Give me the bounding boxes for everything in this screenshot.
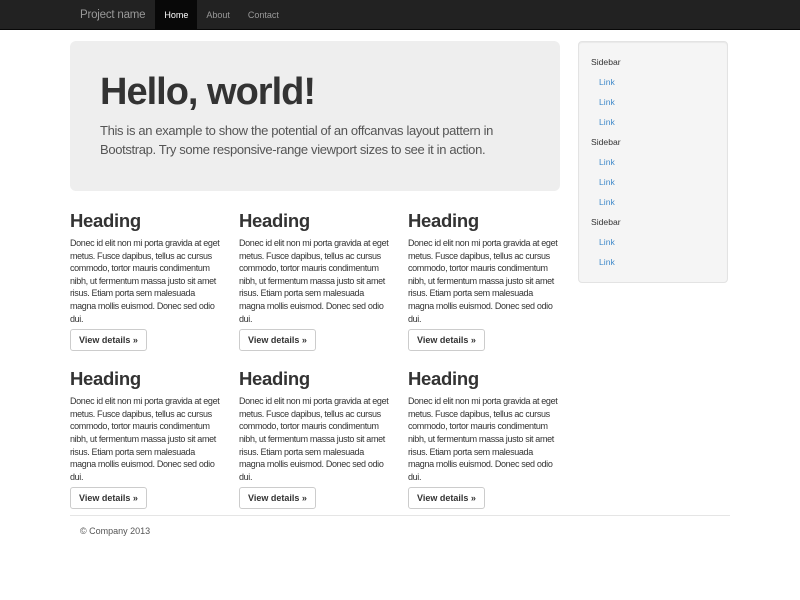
navbar: Project name Home About Contact — [0, 0, 800, 30]
sidebar-link[interactable]: Link — [579, 232, 727, 252]
sidebar-link[interactable]: Link — [579, 112, 727, 132]
sidebar-link[interactable]: Link — [579, 92, 727, 112]
cards-grid: Heading Donec id elit non mi porta gravi… — [70, 211, 560, 509]
card-body-text: Donec id elit non mi porta gravida at eg… — [408, 395, 560, 483]
card-3: Heading Donec id elit non mi porta gravi… — [408, 211, 560, 351]
navbar-menu: Home About Contact — [155, 0, 288, 30]
card-body-text: Donec id elit non mi porta gravida at eg… — [408, 237, 560, 325]
card-6: Heading Donec id elit non mi porta gravi… — [408, 369, 560, 509]
main-content: Hello, world! This is an example to show… — [70, 41, 560, 509]
sidebar-link[interactable]: Link — [579, 252, 727, 272]
jumbotron: Hello, world! This is an example to show… — [70, 41, 560, 191]
copyright-text: © Company 2013 — [70, 526, 730, 536]
footer-divider — [70, 515, 730, 516]
card-heading: Heading — [70, 211, 222, 231]
nav-link-contact[interactable]: Contact — [239, 0, 288, 30]
view-details-button[interactable]: View details » — [70, 329, 147, 351]
card-heading: Heading — [239, 369, 391, 389]
card-5: Heading Donec id elit non mi porta gravi… — [239, 369, 391, 509]
card-heading: Heading — [70, 369, 222, 389]
card-4: Heading Donec id elit non mi porta gravi… — [70, 369, 222, 509]
card-heading: Heading — [408, 211, 560, 231]
sidebar-link[interactable]: Link — [579, 152, 727, 172]
footer: © Company 2013 — [70, 515, 730, 536]
view-details-button[interactable]: View details » — [239, 329, 316, 351]
sidebar-section-header: Sidebar — [579, 132, 727, 152]
card-body-text: Donec id elit non mi porta gravida at eg… — [239, 395, 391, 483]
nav-item-about: About — [197, 0, 239, 30]
card-body-text: Donec id elit non mi porta gravida at eg… — [239, 237, 391, 325]
sidebar-link[interactable]: Link — [579, 72, 727, 92]
view-details-button[interactable]: View details » — [408, 329, 485, 351]
nav-link-about[interactable]: About — [197, 0, 239, 30]
view-details-button[interactable]: View details » — [239, 487, 316, 509]
nav-item-home: Home — [155, 0, 197, 30]
card-heading: Heading — [408, 369, 560, 389]
page-container: Hello, world! This is an example to show… — [70, 41, 730, 536]
sidebar: Sidebar Link Link Link Sidebar Link Link… — [578, 41, 728, 509]
card-heading: Heading — [239, 211, 391, 231]
card-1: Heading Donec id elit non mi porta gravi… — [70, 211, 222, 351]
card-body-text: Donec id elit non mi porta gravida at eg… — [70, 395, 222, 483]
sidebar-link[interactable]: Link — [579, 172, 727, 192]
sidebar-section-header: Sidebar — [579, 212, 727, 232]
jumbotron-description: This is an example to show the potential… — [100, 121, 530, 159]
navbar-brand[interactable]: Project name — [70, 0, 155, 30]
sidebar-nav: Sidebar Link Link Link Sidebar Link Link… — [578, 41, 728, 283]
nav-item-contact: Contact — [239, 0, 288, 30]
card-2: Heading Donec id elit non mi porta gravi… — [239, 211, 391, 351]
view-details-button[interactable]: View details » — [70, 487, 147, 509]
page-title: Hello, world! — [100, 73, 530, 111]
sidebar-link[interactable]: Link — [579, 192, 727, 212]
card-body-text: Donec id elit non mi porta gravida at eg… — [70, 237, 222, 325]
nav-link-home[interactable]: Home — [155, 0, 197, 30]
sidebar-section-header: Sidebar — [579, 52, 727, 72]
view-details-button[interactable]: View details » — [408, 487, 485, 509]
